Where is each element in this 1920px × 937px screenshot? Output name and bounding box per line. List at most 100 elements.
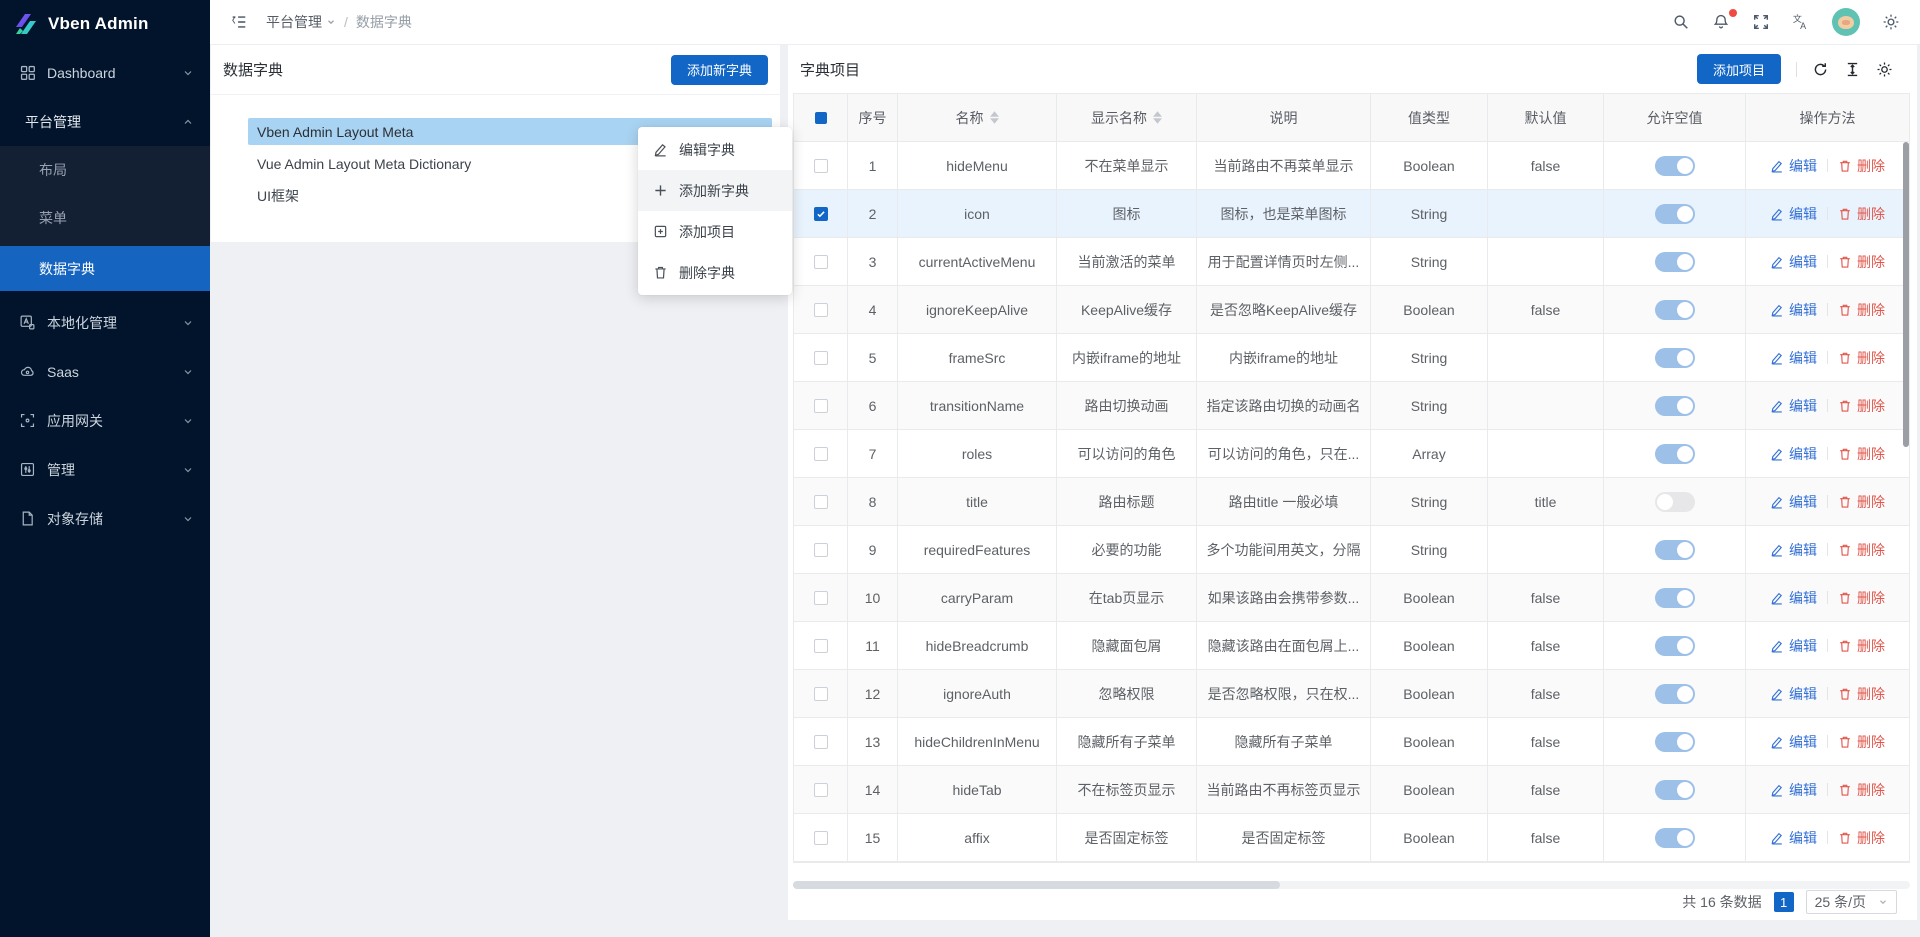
edit-button[interactable]: 编辑 bbox=[1770, 300, 1817, 320]
sidebar-item-layout[interactable]: 布局 bbox=[0, 146, 210, 194]
delete-button[interactable]: 删除 bbox=[1838, 828, 1885, 848]
cell-actions: 编辑 删除 bbox=[1746, 286, 1909, 333]
page-size-select[interactable]: 25 条/页 bbox=[1806, 890, 1897, 914]
delete-button[interactable]: 删除 bbox=[1838, 300, 1885, 320]
nullable-toggle[interactable] bbox=[1655, 684, 1695, 704]
row-checkbox[interactable] bbox=[814, 447, 828, 461]
sidebar-item-saas[interactable]: Saas bbox=[0, 347, 210, 396]
sidebar-item-manage[interactable]: 管理 bbox=[0, 445, 210, 494]
header-cell-name[interactable]: 名称 bbox=[898, 94, 1057, 141]
nullable-toggle[interactable] bbox=[1655, 396, 1695, 416]
delete-button[interactable]: 删除 bbox=[1838, 540, 1885, 560]
row-checkbox[interactable] bbox=[814, 399, 828, 413]
edit-button[interactable]: 编辑 bbox=[1770, 348, 1817, 368]
delete-button[interactable]: 删除 bbox=[1838, 732, 1885, 752]
nullable-toggle[interactable] bbox=[1655, 588, 1695, 608]
edit-button[interactable]: 编辑 bbox=[1770, 156, 1817, 176]
context-menu-item[interactable]: 添加项目 bbox=[638, 211, 792, 252]
header-cell-display-name[interactable]: 显示名称 bbox=[1057, 94, 1197, 141]
row-checkbox[interactable] bbox=[814, 543, 828, 557]
row-checkbox[interactable] bbox=[814, 207, 828, 221]
horizontal-scrollbar-thumb[interactable] bbox=[793, 881, 1280, 889]
row-checkbox[interactable] bbox=[814, 735, 828, 749]
delete-button[interactable]: 删除 bbox=[1838, 588, 1885, 608]
refresh-icon[interactable] bbox=[1812, 61, 1829, 78]
edit-button[interactable]: 编辑 bbox=[1770, 828, 1817, 848]
edit-button[interactable]: 编辑 bbox=[1770, 588, 1817, 608]
nullable-toggle[interactable] bbox=[1655, 492, 1695, 512]
context-menu-item[interactable]: 编辑字典 bbox=[638, 129, 792, 170]
row-checkbox[interactable] bbox=[814, 831, 828, 845]
edit-button[interactable]: 编辑 bbox=[1770, 636, 1817, 656]
delete-button[interactable]: 删除 bbox=[1838, 684, 1885, 704]
nullable-toggle[interactable] bbox=[1655, 252, 1695, 272]
delete-button[interactable]: 删除 bbox=[1838, 204, 1885, 224]
sidebar-item-gateway[interactable]: 应用网关 bbox=[0, 396, 210, 445]
fullscreen-icon[interactable] bbox=[1752, 13, 1770, 31]
edit-button[interactable]: 编辑 bbox=[1770, 540, 1817, 560]
row-checkbox[interactable] bbox=[814, 687, 828, 701]
sort-carets-icon[interactable] bbox=[990, 111, 999, 124]
nullable-toggle[interactable] bbox=[1655, 348, 1695, 368]
edit-button[interactable]: 编辑 bbox=[1770, 252, 1817, 272]
translate-icon[interactable]: 文A bbox=[1792, 13, 1810, 31]
app-logo[interactable]: Vben Admin bbox=[0, 0, 210, 48]
nullable-toggle[interactable] bbox=[1655, 540, 1695, 560]
row-checkbox[interactable] bbox=[814, 639, 828, 653]
cell-display-name: 不在标签页显示 bbox=[1057, 766, 1197, 813]
column-settings-gear-icon[interactable] bbox=[1876, 61, 1893, 78]
context-menu-item[interactable]: 删除字典 bbox=[638, 252, 792, 293]
cell-name: requiredFeatures bbox=[898, 526, 1057, 573]
row-checkbox[interactable] bbox=[814, 303, 828, 317]
avatar[interactable] bbox=[1832, 8, 1860, 36]
edit-button[interactable]: 编辑 bbox=[1770, 396, 1817, 416]
row-checkbox[interactable] bbox=[814, 351, 828, 365]
row-checkbox[interactable] bbox=[814, 591, 828, 605]
delete-button[interactable]: 删除 bbox=[1838, 492, 1885, 512]
edit-button[interactable]: 编辑 bbox=[1770, 684, 1817, 704]
delete-button[interactable]: 删除 bbox=[1838, 780, 1885, 800]
sidebar-item-data-dictionary[interactable]: 数据字典 bbox=[0, 246, 210, 291]
delete-button[interactable]: 删除 bbox=[1838, 156, 1885, 176]
row-checkbox[interactable] bbox=[814, 159, 828, 173]
sort-carets-icon[interactable] bbox=[1153, 111, 1162, 124]
add-item-button[interactable]: 添加项目 bbox=[1697, 54, 1781, 84]
nullable-toggle[interactable] bbox=[1655, 156, 1695, 176]
notification-button[interactable] bbox=[1712, 13, 1730, 31]
row-checkbox[interactable] bbox=[814, 495, 828, 509]
delete-button[interactable]: 删除 bbox=[1838, 396, 1885, 416]
nullable-toggle[interactable] bbox=[1655, 780, 1695, 800]
sidebar-item-localization[interactable]: 本地化管理 bbox=[0, 298, 210, 347]
edit-button[interactable]: 编辑 bbox=[1770, 444, 1817, 464]
context-menu-item[interactable]: 添加新字典 bbox=[638, 170, 792, 211]
row-height-icon[interactable] bbox=[1844, 61, 1861, 78]
breadcrumb-item-platform[interactable]: 平台管理 bbox=[266, 12, 336, 32]
nullable-toggle[interactable] bbox=[1655, 444, 1695, 464]
search-icon[interactable] bbox=[1672, 13, 1690, 31]
edit-button[interactable]: 编辑 bbox=[1770, 780, 1817, 800]
add-dictionary-button[interactable]: 添加新字典 bbox=[671, 55, 768, 85]
nullable-toggle[interactable] bbox=[1655, 828, 1695, 848]
sidebar-item-dashboard[interactable]: Dashboard bbox=[0, 48, 210, 97]
nullable-toggle[interactable] bbox=[1655, 300, 1695, 320]
sidebar-item-menu[interactable]: 菜单 bbox=[0, 194, 210, 242]
edit-button[interactable]: 编辑 bbox=[1770, 492, 1817, 512]
select-all-checkbox[interactable] bbox=[815, 112, 827, 124]
vertical-scrollbar[interactable] bbox=[1903, 142, 1909, 447]
settings-gear-icon[interactable] bbox=[1882, 13, 1900, 31]
delete-button[interactable]: 删除 bbox=[1838, 444, 1885, 464]
nullable-toggle[interactable] bbox=[1655, 732, 1695, 752]
delete-button[interactable]: 删除 bbox=[1838, 348, 1885, 368]
page-button-1[interactable]: 1 bbox=[1774, 892, 1794, 912]
delete-button[interactable]: 删除 bbox=[1838, 636, 1885, 656]
sidebar-item-object-storage[interactable]: 对象存储 bbox=[0, 494, 210, 543]
edit-button[interactable]: 编辑 bbox=[1770, 204, 1817, 224]
delete-button[interactable]: 删除 bbox=[1838, 252, 1885, 272]
nullable-toggle[interactable] bbox=[1655, 636, 1695, 656]
row-checkbox[interactable] bbox=[814, 255, 828, 269]
sidebar-item-platform[interactable]: 平台管理 bbox=[0, 97, 210, 146]
menu-fold-icon[interactable] bbox=[230, 13, 248, 31]
edit-button[interactable]: 编辑 bbox=[1770, 732, 1817, 752]
nullable-toggle[interactable] bbox=[1655, 204, 1695, 224]
row-checkbox[interactable] bbox=[814, 783, 828, 797]
